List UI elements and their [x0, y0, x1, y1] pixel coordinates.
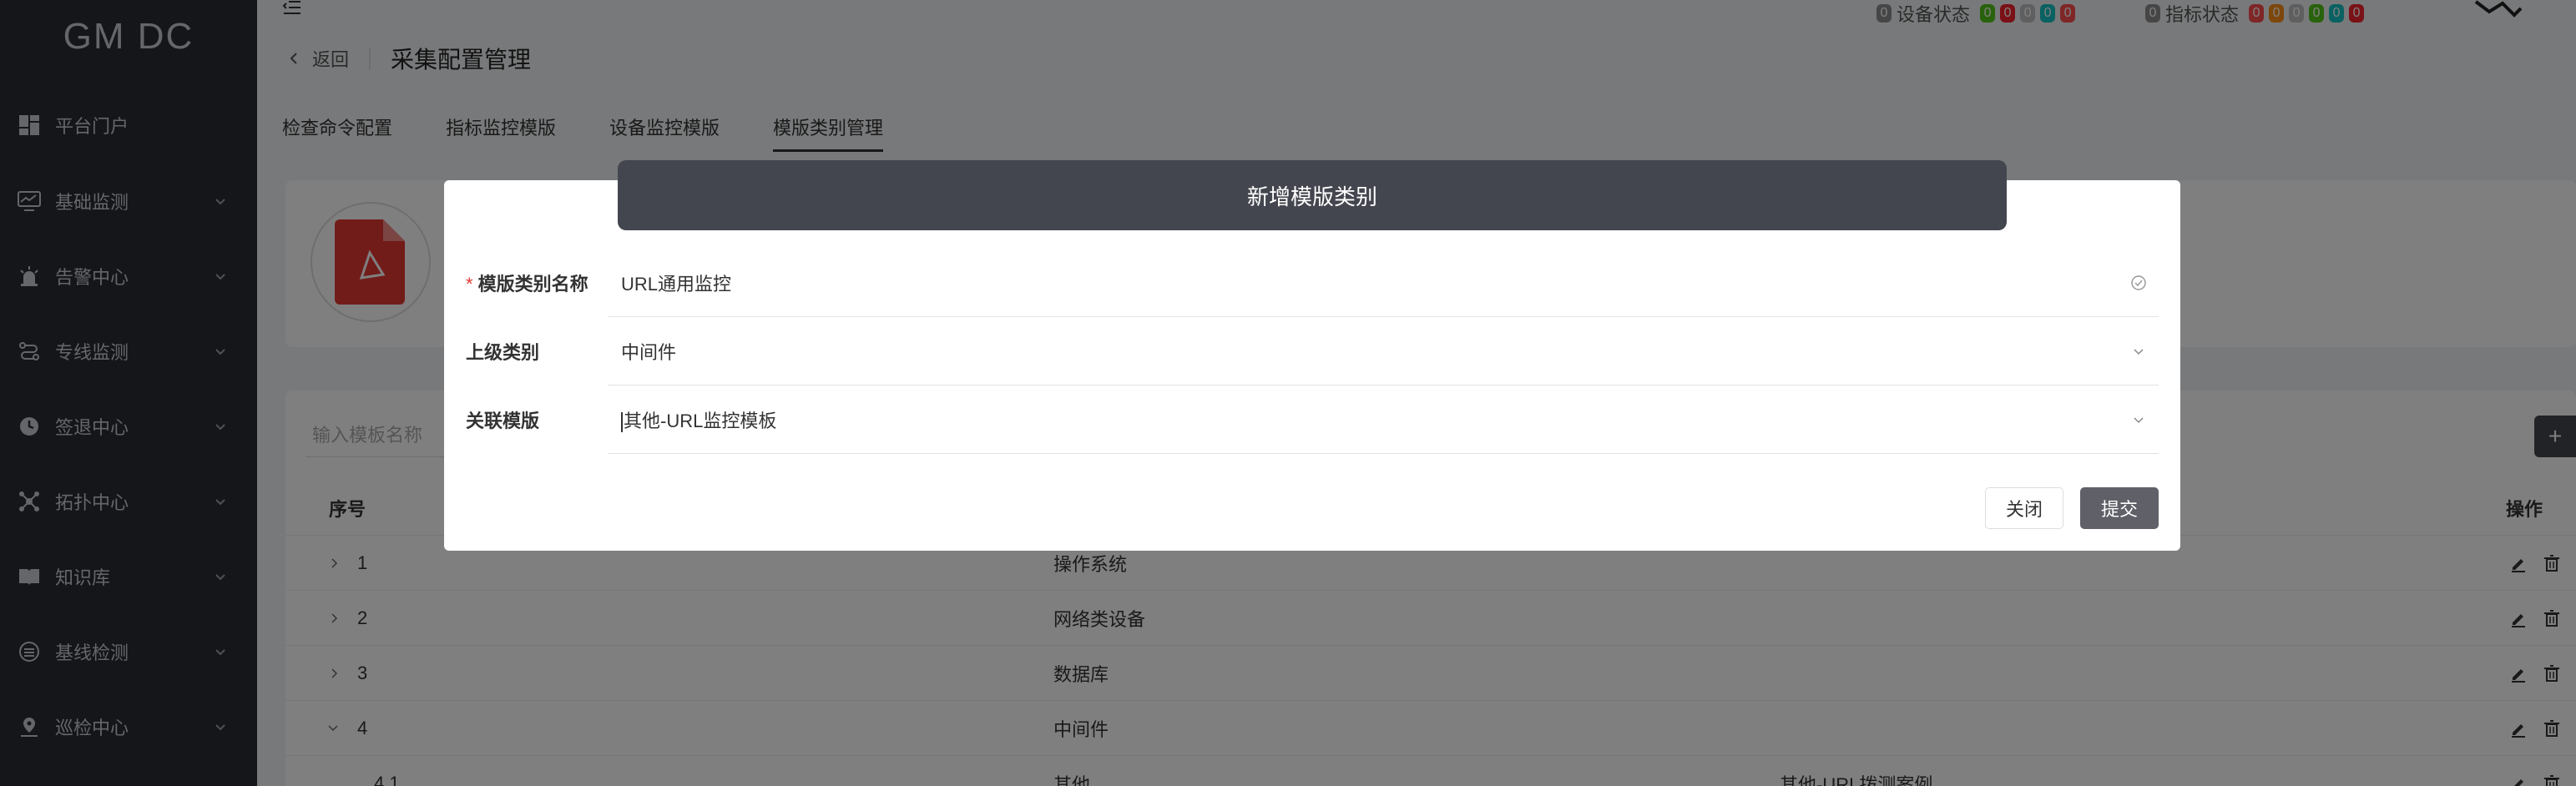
related-template-select[interactable]: 其他-URL监控模板 — [608, 385, 2159, 454]
category-name-value: URL通用监控 — [621, 273, 732, 295]
chevron-down-icon — [2129, 410, 2149, 430]
parent-category-value: 中间件 — [621, 341, 677, 363]
related-template-field: 其他-URL监控模板 — [608, 406, 2129, 433]
required-marker: * — [466, 274, 473, 295]
template-label: 关联模版 — [466, 411, 540, 431]
text-cursor — [621, 411, 623, 432]
form-row-parent: 上级类别 中间件 — [466, 317, 2159, 385]
form-row-name: * 模版类别名称 URL通用监控 — [466, 249, 2159, 317]
check-circle-icon — [2129, 273, 2149, 293]
form-label-name: * 模版类别名称 — [466, 270, 608, 296]
category-name-input[interactable]: URL通用监控 — [608, 249, 2159, 317]
form-row-template: 关联模版 其他-URL监控模板 — [466, 385, 2159, 454]
dialog-title: 新增模版类别 — [618, 160, 2007, 230]
chevron-down-icon — [2129, 341, 2149, 361]
parent-category-select[interactable]: 中间件 — [608, 317, 2159, 385]
name-label: 模版类别名称 — [477, 274, 588, 295]
close-button[interactable]: 关闭 — [1985, 487, 2063, 529]
submit-button[interactable]: 提交 — [2080, 487, 2159, 529]
parent-label: 上级类别 — [466, 342, 540, 363]
related-template-value: 其他-URL监控模板 — [624, 410, 777, 431]
